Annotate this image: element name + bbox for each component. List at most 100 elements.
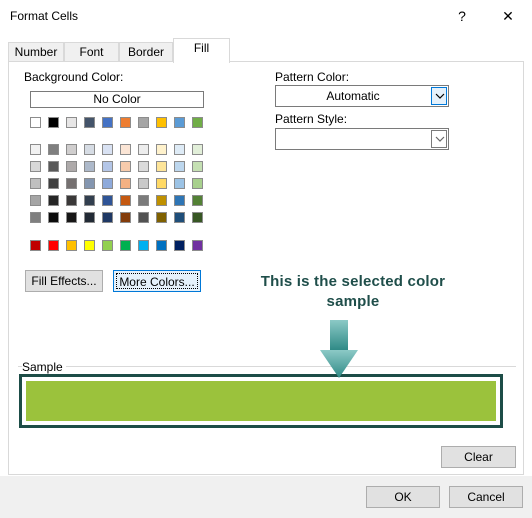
cancel-button[interactable]: Cancel	[449, 486, 523, 508]
window-title: Format Cells	[10, 9, 79, 23]
theme-shade-swatch[interactable]	[156, 178, 167, 189]
fill-effects-button[interactable]: Fill Effects...	[25, 270, 103, 292]
theme-color-swatch[interactable]	[48, 117, 59, 128]
theme-color-swatch[interactable]	[84, 117, 95, 128]
close-button[interactable]: ✕	[498, 6, 518, 26]
standard-color-swatch[interactable]	[156, 240, 167, 251]
clear-label: Clear	[464, 450, 493, 464]
sample-highlight-frame	[19, 374, 503, 428]
theme-shade-swatch[interactable]	[102, 195, 113, 206]
standard-color-swatch[interactable]	[174, 240, 185, 251]
theme-color-swatch[interactable]	[138, 117, 149, 128]
no-color-button[interactable]: No Color	[30, 91, 204, 108]
theme-shade-swatch[interactable]	[156, 144, 167, 155]
theme-shade-swatch[interactable]	[138, 144, 149, 155]
theme-shade-swatch[interactable]	[102, 161, 113, 172]
standard-color-swatch[interactable]	[102, 240, 113, 251]
tab-border[interactable]: Border	[119, 42, 173, 62]
theme-shade-swatch[interactable]	[66, 212, 77, 223]
tab-font[interactable]: Font	[64, 42, 119, 62]
theme-shade-swatch[interactable]	[48, 195, 59, 206]
theme-shade-swatch[interactable]	[30, 212, 41, 223]
theme-shade-swatch[interactable]	[48, 212, 59, 223]
theme-shade-swatch[interactable]	[174, 212, 185, 223]
theme-shade-swatch[interactable]	[66, 144, 77, 155]
more-colors-label: More Colors...	[116, 273, 198, 289]
pattern-color-label: Pattern Color:	[275, 70, 350, 84]
theme-shade-swatch[interactable]	[84, 161, 95, 172]
theme-shade-swatch[interactable]	[192, 195, 203, 206]
theme-shade-swatch[interactable]	[138, 212, 149, 223]
annotation-arrow-icon	[320, 320, 358, 378]
theme-color-swatch[interactable]	[174, 117, 185, 128]
theme-shade-swatch[interactable]	[102, 178, 113, 189]
theme-shade-swatch[interactable]	[66, 161, 77, 172]
standard-color-swatch[interactable]	[138, 240, 149, 251]
tab-fill[interactable]: Fill	[173, 38, 230, 63]
theme-color-swatch[interactable]	[30, 117, 41, 128]
theme-color-swatch[interactable]	[102, 117, 113, 128]
theme-color-swatch[interactable]	[156, 117, 167, 128]
theme-shade-swatch[interactable]	[48, 144, 59, 155]
theme-shade-swatch[interactable]	[30, 161, 41, 172]
theme-shade-swatch[interactable]	[102, 144, 113, 155]
standard-color-swatch[interactable]	[192, 240, 203, 251]
clear-button[interactable]: Clear	[441, 446, 516, 468]
more-colors-button[interactable]: More Colors...	[113, 270, 201, 292]
standard-color-swatch[interactable]	[48, 240, 59, 251]
sample-label: Sample	[22, 360, 66, 374]
theme-shade-swatch[interactable]	[120, 212, 131, 223]
standard-color-swatch[interactable]	[120, 240, 131, 251]
standard-color-swatch[interactable]	[84, 240, 95, 251]
theme-shade-swatch[interactable]	[30, 195, 41, 206]
dialog-footer: OK Cancel	[0, 476, 532, 518]
theme-shade-swatch[interactable]	[66, 195, 77, 206]
theme-shade-swatch[interactable]	[102, 212, 113, 223]
theme-shade-swatch[interactable]	[192, 178, 203, 189]
tab-number[interactable]: Number	[8, 42, 64, 62]
help-button[interactable]: ?	[452, 6, 472, 26]
theme-shade-swatch[interactable]	[30, 178, 41, 189]
background-color-label: Background Color:	[24, 70, 124, 84]
theme-shade-swatch[interactable]	[120, 178, 131, 189]
theme-shade-swatch[interactable]	[174, 195, 185, 206]
theme-shade-swatch[interactable]	[192, 212, 203, 223]
standard-color-swatch[interactable]	[66, 240, 77, 251]
theme-shade-swatch[interactable]	[138, 161, 149, 172]
theme-shade-swatch[interactable]	[174, 144, 185, 155]
annotation-callout: This is the selected color sample	[260, 273, 446, 310]
theme-shade-swatch[interactable]	[156, 161, 167, 172]
theme-shade-swatch[interactable]	[48, 178, 59, 189]
theme-color-swatch[interactable]	[192, 117, 203, 128]
theme-shade-swatch[interactable]	[138, 178, 149, 189]
theme-shade-swatch[interactable]	[120, 144, 131, 155]
theme-shade-swatch[interactable]	[192, 144, 203, 155]
theme-shade-swatch[interactable]	[84, 195, 95, 206]
chevron-down-icon[interactable]	[431, 130, 447, 148]
ok-button[interactable]: OK	[366, 486, 440, 508]
fill-panel: Background Color: No Color Fill Effects.…	[8, 61, 524, 475]
theme-shade-swatch[interactable]	[138, 195, 149, 206]
theme-shade-swatch[interactable]	[120, 195, 131, 206]
theme-shade-swatch[interactable]	[30, 144, 41, 155]
pattern-color-dropdown[interactable]: Automatic	[275, 85, 449, 107]
theme-shade-swatch[interactable]	[84, 144, 95, 155]
theme-shade-swatch[interactable]	[48, 161, 59, 172]
pattern-style-dropdown[interactable]	[275, 128, 449, 150]
sample-color-preview	[26, 381, 496, 421]
theme-color-swatch[interactable]	[66, 117, 77, 128]
theme-shade-swatch[interactable]	[156, 212, 167, 223]
theme-shade-swatch[interactable]	[120, 161, 131, 172]
theme-shade-swatch[interactable]	[192, 161, 203, 172]
theme-shade-swatch[interactable]	[84, 212, 95, 223]
theme-color-swatch[interactable]	[120, 117, 131, 128]
theme-shade-swatch[interactable]	[84, 178, 95, 189]
theme-shade-swatch[interactable]	[156, 195, 167, 206]
theme-shade-swatch[interactable]	[174, 178, 185, 189]
theme-shade-swatch[interactable]	[174, 161, 185, 172]
title-bar: Format Cells ? ✕	[0, 0, 532, 32]
theme-shade-swatch[interactable]	[66, 178, 77, 189]
pattern-color-value: Automatic	[326, 89, 380, 103]
chevron-down-icon[interactable]	[431, 87, 447, 105]
standard-color-swatch[interactable]	[30, 240, 41, 251]
